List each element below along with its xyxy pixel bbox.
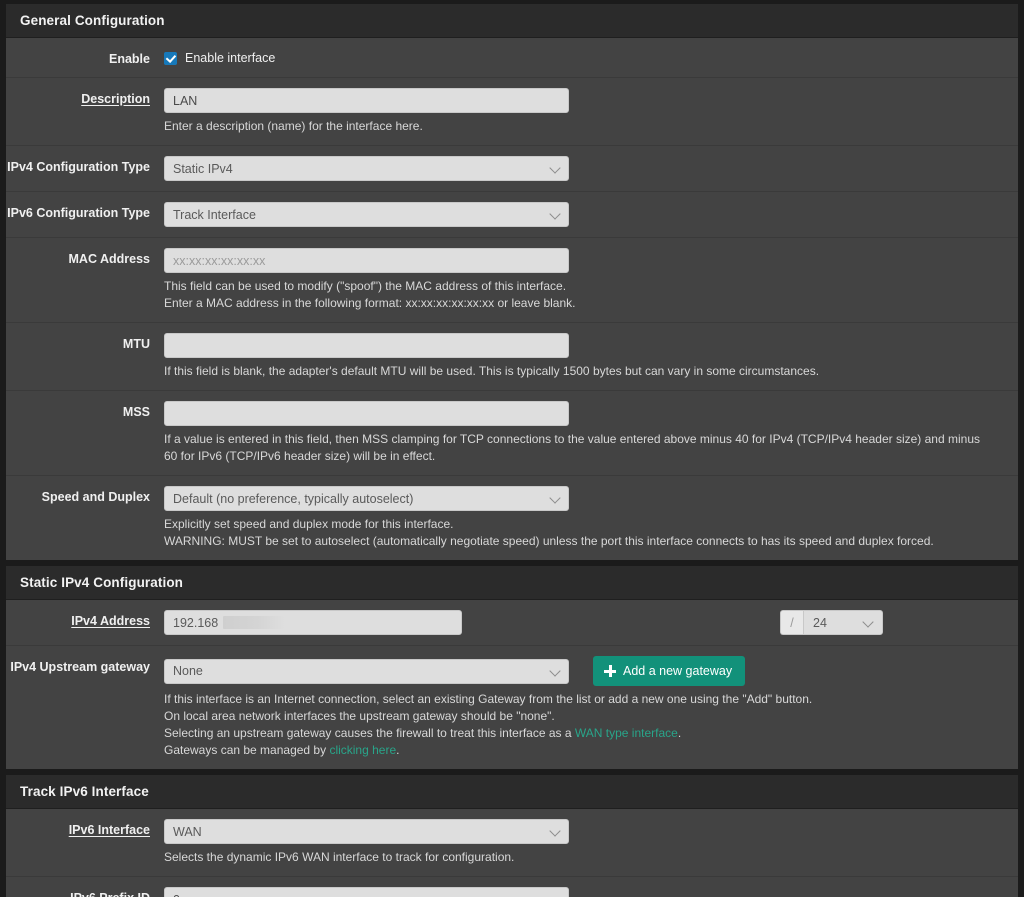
ipv4-configuration-type-select[interactable]: Static IPv4 (164, 156, 569, 181)
panel-general-configuration: General Configuration Enable Enable inte… (6, 4, 1018, 560)
field-ipv4-address: 192.168 / 24 (164, 610, 1018, 635)
field-ipv6-configuration-type: Track Interface (164, 202, 1018, 227)
cidr-slash-label: / (780, 610, 803, 635)
field-description: LAN Enter a description (name) for the i… (164, 88, 1018, 135)
help-gateway-line1: If this interface is an Internet connect… (164, 692, 813, 706)
row-ipv4-address: IPv4 Address 192.168 / 24 (6, 600, 1018, 646)
ipv6-configuration-type-select[interactable]: Track Interface (164, 202, 569, 227)
help-gateway-line3-post: . (677, 726, 682, 740)
field-mac-address: xx:xx:xx:xx:xx:xx This field can be used… (164, 248, 1018, 312)
help-gateway-line2: On local area network interfaces the ups… (164, 709, 555, 723)
panel-track-ipv6-interface: Track IPv6 Interface IPv6 Interface WAN … (6, 775, 1018, 897)
field-mss: If a value is entered in this field, the… (164, 401, 1018, 465)
field-enable: Enable interface (164, 48, 1018, 65)
ipv4-address-value: 192.168 (173, 615, 219, 630)
row-ipv6-configuration-type: IPv6 Configuration Type Track Interface (6, 192, 1018, 238)
field-ipv4-upstream-gateway: None Add a new gateway If this interface… (164, 656, 1018, 759)
clicking-here-link[interactable]: clicking here (329, 743, 396, 757)
mtu-input[interactable] (164, 333, 569, 358)
help-ipv6-interface: Selects the dynamic IPv6 WAN interface t… (164, 850, 515, 864)
plus-icon (604, 665, 616, 677)
help-speed-and-duplex: Explicitly set speed and duplex mode for… (164, 516, 994, 550)
help-gateway-line4: Gateways can be managed by clicking here… (164, 742, 994, 759)
help-gateway-line4-pre: Gateways can be managed by (164, 743, 330, 757)
panel-body-static-ipv4-configuration: IPv4 Address 192.168 / 24 IPv4 Upstream … (6, 600, 1018, 769)
field-speed-and-duplex: Default (no preference, typically autose… (164, 486, 1018, 550)
help-description: Enter a description (name) for the inter… (164, 119, 423, 133)
help-speed-and-duplex-line1: Explicitly set speed and duplex mode for… (164, 517, 454, 531)
row-ipv4-configuration-type: IPv4 Configuration Type Static IPv4 (6, 146, 1018, 192)
panel-title-track-ipv6-interface: Track IPv6 Interface (6, 775, 1018, 809)
label-mss: MSS (122, 405, 150, 419)
label-ipv4-upstream-gateway: IPv4 Upstream gateway (10, 660, 150, 674)
help-gateway-line4-post: . (396, 743, 400, 757)
mss-input[interactable] (164, 401, 569, 426)
panel-title-general-configuration: General Configuration (6, 4, 1018, 38)
label-mtu: MTU (122, 337, 150, 351)
interface-configuration-page: General Configuration Enable Enable inte… (0, 0, 1024, 897)
label-enable: Enable (109, 52, 150, 66)
label-ipv6-interface: IPv6 Interface (68, 823, 150, 837)
mac-address-input[interactable]: xx:xx:xx:xx:xx:xx (164, 248, 569, 273)
enable-interface-checkbox-label: Enable interface (185, 51, 276, 65)
ipv4-address-line: 192.168 / 24 (164, 610, 1002, 635)
help-gateway-line3-pre: Selecting an upstream gateway causes the… (164, 726, 575, 740)
panel-body-track-ipv6-interface: IPv6 Interface WAN Selects the dynamic I… (6, 809, 1018, 897)
row-description: Description LAN Enter a description (nam… (6, 78, 1018, 146)
panel-title-static-ipv4-configuration: Static IPv4 Configuration (6, 566, 1018, 600)
help-mac-address-line2: Enter a MAC address in the following for… (164, 296, 576, 310)
row-ipv4-upstream-gateway: IPv4 Upstream gateway None Add a new gat… (6, 646, 1018, 769)
help-speed-and-duplex-line2: WARNING: MUST be set to autoselect (auto… (164, 534, 934, 548)
panel-body-general-configuration: Enable Enable interface Description LAN … (6, 38, 1018, 560)
row-ipv6-prefix-id: IPv6 Prefix ID 0 (hexadecimal from 0 to … (6, 877, 1018, 897)
row-mac-address: MAC Address xx:xx:xx:xx:xx:xx This field… (6, 238, 1018, 323)
ipv6-prefix-id-input[interactable]: 0 (164, 887, 569, 897)
speed-and-duplex-select[interactable]: Default (no preference, typically autose… (164, 486, 569, 511)
enable-interface-checkbox-group[interactable]: Enable interface (164, 48, 1002, 65)
field-ipv6-prefix-id: 0 (hexadecimal from 0 to ff) The value i… (164, 887, 1018, 897)
field-ipv6-interface: WAN Selects the dynamic IPv6 WAN interfa… (164, 819, 1018, 866)
cidr-prefix-length-select[interactable]: 24 (803, 610, 883, 635)
add-new-gateway-button[interactable]: Add a new gateway (593, 656, 746, 686)
ipv4-address-input[interactable]: 192.168 (164, 610, 462, 635)
ipv4-address-redaction-block (223, 616, 286, 629)
row-mss: MSS If a value is entered in this field,… (6, 391, 1018, 476)
field-mtu: If this field is blank, the adapter's de… (164, 333, 1018, 380)
label-mac-address: MAC Address (68, 252, 151, 266)
help-ipv4-upstream-gateway: If this interface is an Internet connect… (164, 691, 994, 759)
field-ipv4-configuration-type: Static IPv4 (164, 156, 1018, 181)
panel-static-ipv4-configuration: Static IPv4 Configuration IPv4 Address 1… (6, 566, 1018, 769)
wan-type-interface-link[interactable]: WAN type interface (575, 726, 678, 740)
help-gateway-line3: Selecting an upstream gateway causes the… (164, 725, 994, 742)
label-ipv6-configuration-type: IPv6 Configuration Type (7, 206, 150, 220)
label-speed-and-duplex: Speed and Duplex (41, 490, 150, 504)
help-mac-address: This field can be used to modify ("spoof… (164, 278, 994, 312)
row-mtu: MTU If this field is blank, the adapter'… (6, 323, 1018, 391)
label-description: Description (81, 92, 150, 106)
help-mtu: If this field is blank, the adapter's de… (164, 364, 820, 378)
ipv4-cidr-group: / 24 (780, 610, 883, 635)
row-speed-and-duplex: Speed and Duplex Default (no preference,… (6, 476, 1018, 560)
help-mss: If a value is entered in this field, the… (164, 432, 980, 463)
label-ipv6-prefix-id: IPv6 Prefix ID (6, 887, 164, 897)
description-input[interactable]: LAN (164, 88, 569, 113)
ipv4-upstream-gateway-select[interactable]: None (164, 658, 569, 684)
ipv6-interface-select[interactable]: WAN (164, 819, 569, 844)
row-enable: Enable Enable interface (6, 38, 1018, 78)
enable-interface-checkbox[interactable] (164, 51, 177, 65)
row-ipv6-interface: IPv6 Interface WAN Selects the dynamic I… (6, 809, 1018, 877)
add-new-gateway-button-label: Add a new gateway (623, 664, 733, 678)
gateway-controls-line: None Add a new gateway (164, 656, 1002, 686)
help-mac-address-line1: This field can be used to modify ("spoof… (164, 279, 567, 293)
label-ipv4-address: IPv4 Address (71, 614, 150, 628)
label-ipv4-configuration-type: IPv4 Configuration Type (7, 160, 150, 174)
